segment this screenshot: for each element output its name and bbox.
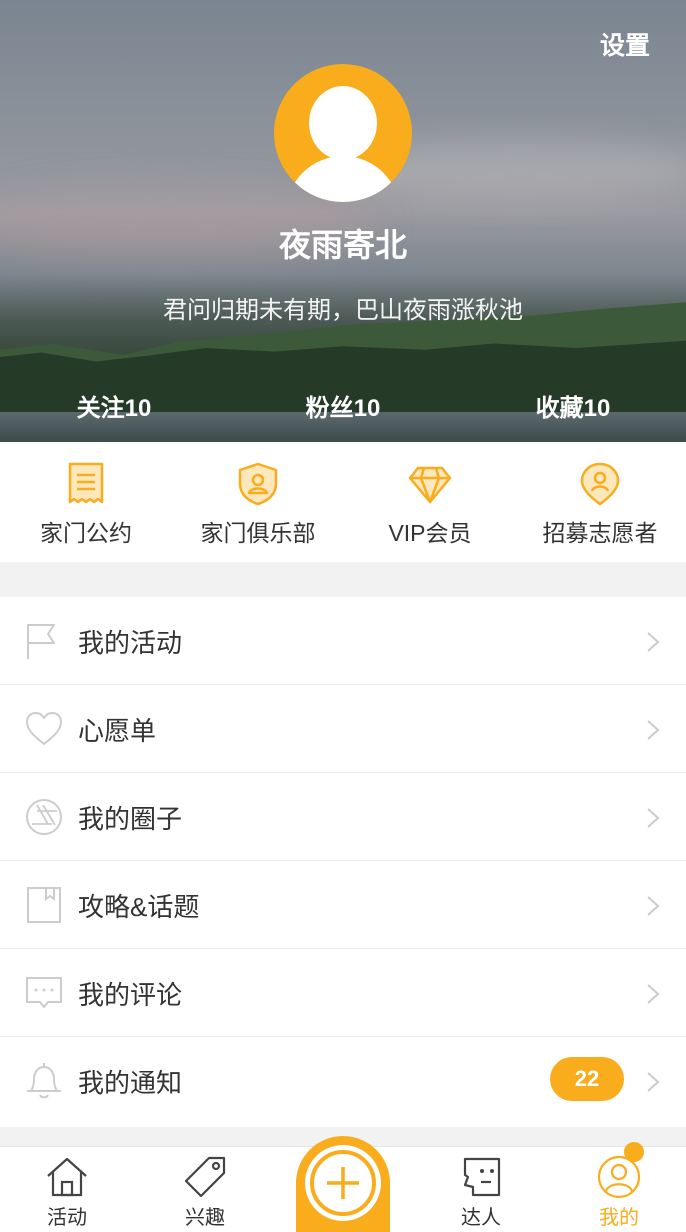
shortcut-label: 家门公约 <box>40 520 132 546</box>
chevron-right-icon <box>647 1072 660 1092</box>
unread-dot <box>624 1142 644 1162</box>
tab-experts[interactable]: 达人 <box>421 1147 541 1232</box>
tab-label: 达人 <box>461 1207 501 1229</box>
shield-user-icon <box>238 462 278 506</box>
menu-list: 我的活动 心愿单 我的圈子 攻略&话题 我的评论 我的通知 22 <box>0 597 686 1127</box>
bell-icon <box>27 1063 61 1099</box>
comment-icon <box>26 977 62 1008</box>
chevron-right-icon <box>647 632 660 652</box>
shortcut-label: 招募志愿者 <box>542 520 658 546</box>
shortcut-label: 家门俱乐部 <box>200 520 316 546</box>
shortcut-family-club[interactable]: 家门俱乐部 <box>172 442 344 562</box>
flag-icon <box>27 624 55 659</box>
tag-icon <box>184 1156 226 1198</box>
menu-item-wishlist[interactable]: 心愿单 <box>0 685 686 773</box>
notification-count-badge: 22 <box>550 1057 624 1101</box>
menu-item-label: 心愿单 <box>78 716 157 746</box>
diamond-icon <box>408 466 452 504</box>
menu-item-label: 我的通知 <box>78 1068 183 1098</box>
menu-item-guides-topics[interactable]: 攻略&话题 <box>0 861 686 949</box>
menu-item-my-notifications[interactable]: 我的通知 22 <box>0 1037 686 1125</box>
receipt-icon <box>68 462 104 504</box>
book-icon <box>27 887 61 923</box>
create-button-background <box>296 1136 390 1232</box>
menu-item-label: 我的圈子 <box>78 804 183 834</box>
user-motto: 君问归期未有期，巴山夜雨涨秋池 <box>163 297 523 324</box>
tab-label: 我的 <box>599 1207 639 1229</box>
avatar-head <box>309 86 377 160</box>
menu-item-my-comments[interactable]: 我的评论 <box>0 949 686 1037</box>
chevron-right-icon <box>647 720 660 740</box>
tab-interests[interactable]: 兴趣 <box>145 1147 265 1232</box>
shortcut-bar: 家门公约 家门俱乐部 VIP会员 招募志愿者 <box>0 442 686 562</box>
menu-item-my-circles[interactable]: 我的圈子 <box>0 773 686 861</box>
aperture-icon <box>26 799 62 835</box>
stat-favorites[interactable]: 收藏10 <box>473 388 673 423</box>
stat-following[interactable]: 关注10 <box>14 388 214 423</box>
heart-icon <box>26 712 62 745</box>
tab-activities[interactable]: 活动 <box>7 1147 127 1232</box>
shortcut-recruit-volunteers[interactable]: 招募志愿者 <box>514 442 686 562</box>
avatar-body <box>286 156 400 202</box>
menu-item-label: 攻略&话题 <box>78 892 200 922</box>
profile-header: 设置 夜雨寄北 君问归期未有期，巴山夜雨涨秋池 关注10 粉丝10 收藏10 <box>0 0 686 442</box>
menu-item-my-activities[interactable]: 我的活动 <box>0 597 686 685</box>
create-button[interactable] <box>296 1136 390 1232</box>
profile-stats: 关注10 粉丝10 收藏10 <box>0 388 686 422</box>
tab-label: 活动 <box>47 1207 87 1229</box>
menu-item-label: 我的活动 <box>78 628 183 658</box>
settings-button[interactable]: 设置 <box>600 26 650 62</box>
shortcut-family-pact[interactable]: 家门公约 <box>0 442 172 562</box>
shortcut-label: VIP会员 <box>388 520 472 546</box>
avatar[interactable] <box>274 64 412 202</box>
face-icon <box>463 1157 501 1197</box>
plus-icon <box>310 1150 376 1216</box>
chevron-right-icon <box>647 984 660 1004</box>
tab-label: 兴趣 <box>185 1207 225 1229</box>
chevron-right-icon <box>647 808 660 828</box>
username: 夜雨寄北 <box>278 227 407 263</box>
tab-mine[interactable]: 我的 <box>559 1147 679 1232</box>
create-button-inner <box>305 1145 381 1221</box>
chevron-right-icon <box>647 896 660 916</box>
home-icon <box>47 1157 87 1197</box>
menu-item-label: 我的评论 <box>78 980 183 1010</box>
stat-fans[interactable]: 粉丝10 <box>243 388 443 423</box>
location-user-icon <box>580 462 620 506</box>
shortcut-vip[interactable]: VIP会员 <box>344 442 516 562</box>
